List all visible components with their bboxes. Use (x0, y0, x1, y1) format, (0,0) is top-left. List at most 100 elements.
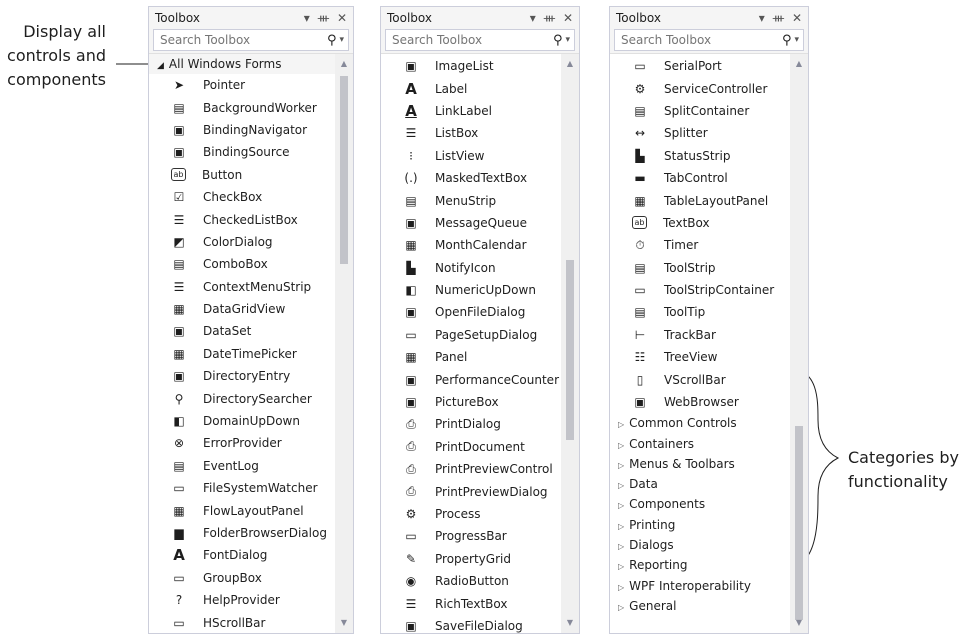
collapsed-triangle-icon[interactable]: ▷ (618, 481, 624, 490)
scroll-up-arrow-icon[interactable]: ▲ (335, 56, 353, 72)
toolbox-item-printpreviewcontrol[interactable]: ⎙ PrintPreviewControl (381, 458, 561, 480)
toolbox-item-printpreviewdialog[interactable]: ⎙ PrintPreviewDialog (381, 480, 561, 502)
toolbox-item-errorprovider[interactable]: ⊗ ErrorProvider (149, 432, 335, 454)
collapsed-triangle-icon[interactable]: ▷ (618, 420, 624, 429)
toolbox-item-tooltip[interactable]: ▤ ToolTip (610, 301, 790, 323)
toolbox-item-eventlog[interactable]: ▤ EventLog (149, 455, 335, 477)
toolbox-item-directoryentry[interactable]: ▣ DirectoryEntry (149, 365, 335, 387)
expanded-triangle-icon[interactable]: ◢ (157, 61, 164, 71)
collapsed-triangle-icon[interactable]: ▷ (618, 501, 624, 510)
search-icon[interactable]: ⚲ (327, 33, 337, 48)
toolbox-search-box[interactable]: ⚲ ▾ (153, 29, 349, 51)
toolbox-item-imagelist[interactable]: ▣ ImageList (381, 55, 561, 77)
toolbox-item-pointer[interactable]: ➤ Pointer (149, 74, 335, 96)
toolbox-search-box[interactable]: ⚲ ▾ (614, 29, 804, 51)
toolbox-item-backgroundworker[interactable]: ▤ BackgroundWorker (149, 96, 335, 118)
toolbox-item-notifyicon[interactable]: ▙ NotifyIcon (381, 257, 561, 279)
vertical-scrollbar[interactable]: ▲ ▼ (790, 54, 808, 633)
vertical-scrollbar[interactable]: ▲ ▼ (335, 54, 353, 633)
vertical-scrollbar[interactable]: ▲ ▼ (561, 54, 579, 633)
category-menus-toolbars[interactable]: ▷ Menus & Toolbars (610, 454, 790, 474)
toolbox-item-vscrollbar[interactable]: ▯ VScrollBar (610, 368, 790, 390)
toolbox-item-listbox[interactable]: ☰ ListBox (381, 122, 561, 144)
window-menu-dropdown-icon[interactable]: ▾ (530, 11, 536, 25)
category-containers[interactable]: ▷ Containers (610, 434, 790, 454)
scroll-up-arrow-icon[interactable]: ▲ (561, 56, 579, 72)
toolbox-item-listview[interactable]: ⁝ ListView (381, 145, 561, 167)
toolbox-item-pagesetupdialog[interactable]: ▭ PageSetupDialog (381, 324, 561, 346)
toolbox-item-printdocument[interactable]: ⎙ PrintDocument (381, 436, 561, 458)
search-icon[interactable]: ⚲ (782, 33, 792, 48)
toolbox-item-splitcontainer[interactable]: ▤ SplitContainer (610, 100, 790, 122)
toolbox-item-checkbox[interactable]: ☑ CheckBox (149, 186, 335, 208)
toolbox-item-panel[interactable]: ▦ Panel (381, 346, 561, 368)
category-header-all-windows-forms[interactable]: ◢ All Windows Forms (149, 54, 335, 74)
scroll-down-arrow-icon[interactable]: ▼ (561, 615, 579, 631)
toolbox-item-serialport[interactable]: ▭ SerialPort (610, 55, 790, 77)
category-common-controls[interactable]: ▷ Common Controls (610, 413, 790, 433)
toolbox-item-checkedlistbox[interactable]: ☰ CheckedListBox (149, 208, 335, 230)
search-input[interactable] (158, 32, 327, 48)
scroll-thumb[interactable] (566, 260, 574, 440)
toolbox-item-helpprovider[interactable]: ? HelpProvider (149, 589, 335, 611)
toolbox-item-printdialog[interactable]: ⎙ PrintDialog (381, 413, 561, 435)
toolbox-item-savefiledialog[interactable]: ▣ SaveFileDialog (381, 615, 561, 633)
toolbox-item-radiobutton[interactable]: ◉ RadioButton (381, 570, 561, 592)
toolbox-item-domainupdown[interactable]: ◧ DomainUpDown (149, 410, 335, 432)
close-icon[interactable]: ✕ (337, 11, 347, 25)
toolbox-item-hscrollbar[interactable]: ▭ HScrollBar (149, 611, 335, 633)
search-options-dropdown-icon[interactable]: ▾ (339, 35, 344, 45)
scroll-down-arrow-icon[interactable]: ▼ (335, 615, 353, 631)
search-input[interactable] (390, 32, 553, 48)
close-icon[interactable]: ✕ (563, 11, 573, 25)
toolbox-item-contextmenustrip[interactable]: ☰ ContextMenuStrip (149, 276, 335, 298)
search-options-dropdown-icon[interactable]: ▾ (565, 35, 570, 45)
toolbox-item-label[interactable]: A Label (381, 77, 561, 99)
collapsed-triangle-icon[interactable]: ▷ (618, 542, 624, 551)
toolbox-item-linklabel[interactable]: A LinkLabel (381, 100, 561, 122)
toolbox-item-timer[interactable]: ⏱ Timer (610, 234, 790, 256)
toolbox-item-tabcontrol[interactable]: ▬ TabControl (610, 167, 790, 189)
toolbox-item-richtextbox[interactable]: ☰ RichTextBox (381, 592, 561, 614)
toolbox-item-propertygrid[interactable]: ✎ PropertyGrid (381, 548, 561, 570)
toolbox-item-openfiledialog[interactable]: ▣ OpenFileDialog (381, 301, 561, 323)
toolbox-item-webbrowser[interactable]: ▣ WebBrowser (610, 391, 790, 413)
toolbox-item-bindingsource[interactable]: ▣ BindingSource (149, 141, 335, 163)
toolbox-item-filesystemwatcher[interactable]: ▭ FileSystemWatcher (149, 477, 335, 499)
window-menu-dropdown-icon[interactable]: ▾ (759, 11, 765, 25)
toolbox-item-process[interactable]: ⚙ Process (381, 503, 561, 525)
toolbox-item-servicecontroller[interactable]: ⚙ ServiceController (610, 77, 790, 99)
toolbox-item-treeview[interactable]: ☷ TreeView (610, 346, 790, 368)
toolbox-item-monthcalendar[interactable]: ▦ MonthCalendar (381, 234, 561, 256)
toolbox-item-bindingnavigator[interactable]: ▣ BindingNavigator (149, 119, 335, 141)
toolbox-search-box[interactable]: ⚲ ▾ (385, 29, 575, 51)
category-dialogs[interactable]: ▷ Dialogs (610, 535, 790, 555)
collapsed-triangle-icon[interactable]: ▷ (618, 583, 624, 592)
collapsed-triangle-icon[interactable]: ▷ (618, 522, 624, 531)
toolbox-item-toolstrip[interactable]: ▤ ToolStrip (610, 257, 790, 279)
pin-icon[interactable]: ᚒ (544, 11, 555, 25)
scroll-thumb[interactable] (795, 426, 803, 620)
category-data[interactable]: ▷ Data (610, 474, 790, 494)
toolbox-item-trackbar[interactable]: ⊢ TrackBar (610, 324, 790, 346)
collapsed-triangle-icon[interactable]: ▷ (618, 603, 624, 612)
collapsed-triangle-icon[interactable]: ▷ (618, 461, 624, 470)
toolbox-item-datagridview[interactable]: ▦ DataGridView (149, 298, 335, 320)
search-options-dropdown-icon[interactable]: ▾ (794, 35, 799, 45)
pin-icon[interactable]: ᚒ (318, 11, 329, 25)
toolbox-item-messagequeue[interactable]: ▣ MessageQueue (381, 212, 561, 234)
window-menu-dropdown-icon[interactable]: ▾ (304, 11, 310, 25)
close-icon[interactable]: ✕ (792, 11, 802, 25)
search-input[interactable] (619, 32, 782, 48)
toolbox-item-progressbar[interactable]: ▭ ProgressBar (381, 525, 561, 547)
toolbox-item-splitter[interactable]: ↔ Splitter (610, 122, 790, 144)
toolbox-item-datetimepicker[interactable]: ▦ DateTimePicker (149, 343, 335, 365)
toolbox-item-tablelayoutpanel[interactable]: ▦ TableLayoutPanel (610, 189, 790, 211)
toolbox-item-dataset[interactable]: ▣ DataSet (149, 320, 335, 342)
toolbox-item-numericupdown[interactable]: ◧ NumericUpDown (381, 279, 561, 301)
toolbox-item-toolstripcontainer[interactable]: ▭ ToolStripContainer (610, 279, 790, 301)
toolbox-item-button[interactable]: ab Button (149, 164, 335, 186)
search-icon[interactable]: ⚲ (553, 33, 563, 48)
toolbox-item-fontdialog[interactable]: A FontDialog (149, 544, 335, 566)
toolbox-item-groupbox[interactable]: ▭ GroupBox (149, 567, 335, 589)
